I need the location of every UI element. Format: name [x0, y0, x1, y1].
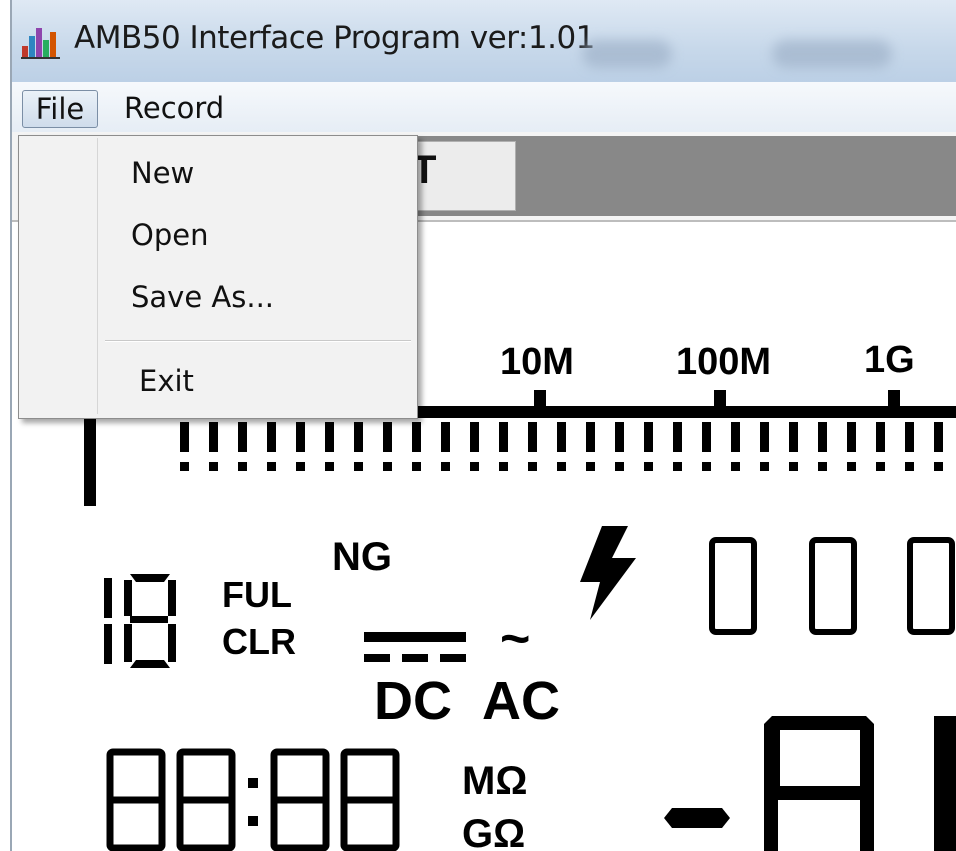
- bargraph-segment-dot: [441, 462, 450, 471]
- main-value-display: [664, 716, 956, 851]
- bargraph-segment-dot: [905, 462, 914, 471]
- bargraph-segment-dot: [499, 462, 508, 471]
- ful-indicator: FUL: [222, 574, 292, 615]
- bargraph-segment-dot: [673, 462, 682, 471]
- bargraph-segment: [702, 422, 711, 452]
- bar-chart-icon: [21, 28, 60, 59]
- left-digit-display: [104, 574, 176, 668]
- menu-item-open[interactable]: Open: [131, 218, 208, 252]
- bargraph-segment-dot: [528, 462, 537, 471]
- time-colon: [248, 778, 258, 826]
- menu-record[interactable]: Record: [124, 90, 224, 128]
- bargraph-segment-dot: [934, 462, 943, 471]
- bargraph-segment-dot: [180, 462, 189, 471]
- scale-label-10m: 10M: [500, 341, 574, 383]
- bargraph-segment-dot: [702, 462, 711, 471]
- menu-item-new[interactable]: New: [131, 156, 194, 190]
- bargraph-segment: [789, 422, 798, 452]
- ac-indicator: AC: [482, 671, 560, 731]
- menu-item-exit[interactable]: Exit: [139, 364, 194, 398]
- high-voltage-icon: [580, 526, 636, 620]
- bargraph-segment: [760, 422, 769, 452]
- bargraph-segment: [267, 422, 276, 452]
- bargraph-segment-dot: [615, 462, 624, 471]
- right-digit-display: [709, 537, 955, 635]
- bargraph-segment-dot: [731, 462, 740, 471]
- bargraph-segment: [731, 422, 740, 452]
- bargraph-segment: [644, 422, 653, 452]
- app-window: AMB50 Interface Program ver:1.01 File Re…: [10, 0, 956, 851]
- bargraph-segment-dot: [354, 462, 363, 471]
- bargraph-segment: [441, 422, 450, 452]
- window-title: AMB50 Interface Program ver:1.01: [74, 20, 595, 56]
- bargraph-segment: [412, 422, 421, 452]
- scale-label-1g: 1G: [864, 339, 915, 381]
- ac-tilde-symbol: ~: [500, 610, 530, 668]
- bargraph-segment-dot: [412, 462, 421, 471]
- bargraph-segment: [354, 422, 363, 452]
- bargraph-segment: [818, 422, 827, 452]
- blurred-title-control: [582, 40, 672, 68]
- blurred-title-control: [772, 40, 892, 68]
- dc-indicator: DC: [374, 671, 452, 731]
- bargraph-segment-dot: [876, 462, 885, 471]
- dc-symbol: [364, 632, 466, 662]
- bargraph-segment: [296, 422, 305, 452]
- bargraph-segment-dot: [296, 462, 305, 471]
- bargraph-segment: [470, 422, 479, 452]
- bargraph-segment-dot: [644, 462, 653, 471]
- bargraph-segment-dot: [209, 462, 218, 471]
- menu-bar: File Record: [12, 82, 956, 133]
- bargraph-segment: [180, 422, 189, 452]
- bargraph-segment: [238, 422, 247, 452]
- bargraph-segment: [586, 422, 595, 452]
- bargraph-segment-dot: [818, 462, 827, 471]
- bargraph-segment: [847, 422, 856, 452]
- bargraph-segment: [557, 422, 566, 452]
- bargraph-segment: [934, 422, 943, 452]
- bargraph-segment-dot: [847, 462, 856, 471]
- ng-indicator: NG: [332, 535, 392, 579]
- menu-item-save-as[interactable]: Save As...: [131, 280, 274, 314]
- bargraph-segment: [499, 422, 508, 452]
- title-bar[interactable]: AMB50 Interface Program ver:1.01: [12, 0, 956, 82]
- scale-label-100m: 100M: [676, 341, 771, 383]
- bargraph-segment: [673, 422, 682, 452]
- bargraph-segment: [615, 422, 624, 452]
- unit-mohm: MΩ: [462, 759, 527, 803]
- time-display: [106, 748, 400, 851]
- bargraph-segment: [528, 422, 537, 452]
- bargraph-segment-dot: [586, 462, 595, 471]
- bargraph-segment: [209, 422, 218, 452]
- bargraph-segment: [383, 422, 392, 452]
- bargraph-segments: [180, 422, 943, 471]
- clr-indicator: CLR: [222, 621, 296, 662]
- bargraph-segment-dot: [267, 462, 276, 471]
- unit-gohm: GΩ: [462, 812, 525, 851]
- bargraph-segment-dot: [557, 462, 566, 471]
- bargraph-segment-dot: [760, 462, 769, 471]
- bargraph-segment-dot: [789, 462, 798, 471]
- bargraph-segment: [905, 422, 914, 452]
- bargraph-segment-dot: [238, 462, 247, 471]
- bargraph-segment-dot: [470, 462, 479, 471]
- file-dropdown-menu: New Open Save As... Exit: [18, 135, 418, 419]
- menu-file[interactable]: File: [22, 90, 98, 128]
- menu-separator: [105, 340, 411, 342]
- bargraph-segment-dot: [383, 462, 392, 471]
- bargraph-segment: [325, 422, 334, 452]
- bargraph-segment-dot: [325, 462, 334, 471]
- bargraph-segment: [876, 422, 885, 452]
- menu-icon-gutter: [97, 138, 98, 414]
